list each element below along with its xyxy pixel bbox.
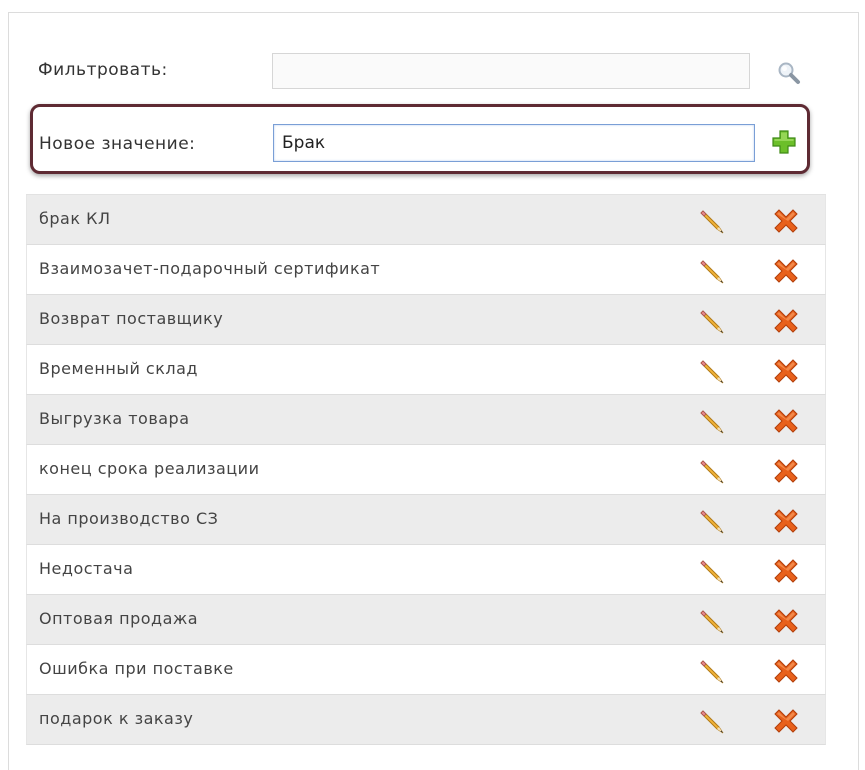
list-item-label: Ошибка при поставке	[39, 659, 234, 678]
list-item-label: Временный склад	[39, 359, 198, 378]
list-item-label: Взаимозачет-подарочный сертификат	[39, 259, 381, 278]
list-item: подарок к заказу	[26, 695, 826, 745]
values-list: брак КЛ Взаимозачет-подарочный сертификат…	[26, 194, 826, 745]
filter-input[interactable]	[272, 53, 750, 89]
delete-x-icon[interactable]	[771, 606, 801, 636]
list-item-label: Оптовая продажа	[39, 609, 199, 628]
delete-x-icon[interactable]	[771, 356, 801, 386]
delete-x-icon[interactable]	[771, 456, 801, 486]
pencil-icon[interactable]	[697, 206, 727, 236]
delete-x-icon[interactable]	[771, 706, 801, 736]
new-value-box: Новое значение:	[30, 104, 810, 174]
list-item: На производство СЗ	[26, 495, 826, 545]
list-item: Ошибка при поставке	[26, 645, 826, 695]
pencil-icon[interactable]	[697, 606, 727, 636]
pencil-icon[interactable]	[697, 656, 727, 686]
list-item-label: Выгрузка товара	[39, 409, 190, 428]
new-value-input[interactable]	[273, 124, 755, 162]
list-item: конец срока реализации	[26, 445, 826, 495]
list-item-label: брак КЛ	[39, 209, 111, 228]
list-item-label: подарок к заказу	[39, 709, 194, 728]
list-item-label: Возврат поставщику	[39, 309, 224, 328]
pencil-icon[interactable]	[697, 406, 727, 436]
list-item-label: Недостача	[39, 559, 134, 578]
delete-x-icon[interactable]	[771, 256, 801, 286]
list-item-label: На производство СЗ	[39, 509, 219, 528]
filter-label: Фильтровать:	[38, 60, 168, 80]
delete-x-icon[interactable]	[771, 556, 801, 586]
delete-x-icon[interactable]	[771, 506, 801, 536]
list-item: Недостача	[26, 545, 826, 595]
pencil-icon[interactable]	[697, 456, 727, 486]
filter-row: Фильтровать:	[28, 50, 818, 92]
search-icon[interactable]	[776, 60, 802, 86]
pencil-icon[interactable]	[697, 356, 727, 386]
list-item: Взаимозачет-подарочный сертификат	[26, 245, 826, 295]
list-item: брак КЛ	[26, 195, 826, 245]
list-item: Временный склад	[26, 345, 826, 395]
list-item: Выгрузка товара	[26, 395, 826, 445]
list-item: Оптовая продажа	[26, 595, 826, 645]
delete-x-icon[interactable]	[771, 306, 801, 336]
list-item-label: конец срока реализации	[39, 459, 260, 478]
delete-x-icon[interactable]	[771, 406, 801, 436]
plus-icon[interactable]	[771, 129, 797, 155]
pencil-icon[interactable]	[697, 556, 727, 586]
delete-x-icon[interactable]	[771, 206, 801, 236]
pencil-icon[interactable]	[697, 306, 727, 336]
list-item: Возврат поставщику	[26, 295, 826, 345]
pencil-icon[interactable]	[697, 706, 727, 736]
new-value-label: Новое значение:	[39, 134, 196, 154]
delete-x-icon[interactable]	[771, 656, 801, 686]
pencil-icon[interactable]	[697, 256, 727, 286]
pencil-icon[interactable]	[697, 506, 727, 536]
